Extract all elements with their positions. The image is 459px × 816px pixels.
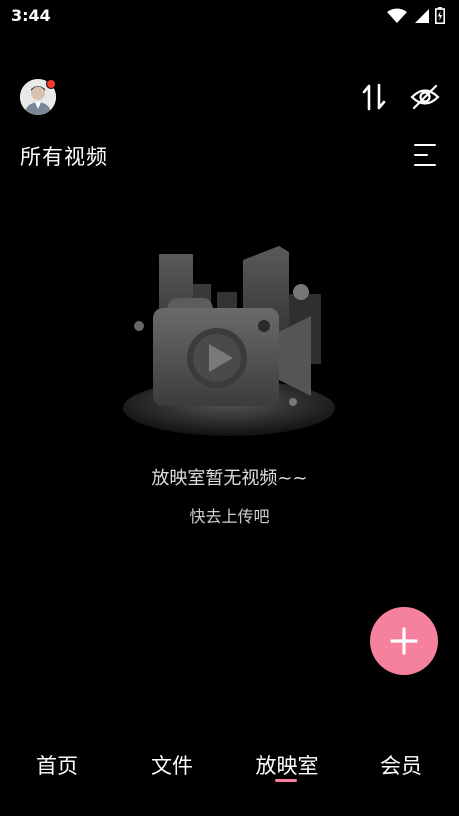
page-title: 所有视频 bbox=[20, 145, 108, 169]
menu-icon-line bbox=[414, 163, 436, 166]
menu-icon-line bbox=[414, 144, 436, 147]
signal-icon bbox=[415, 8, 429, 23]
empty-state-subtitle: 快去上传吧 bbox=[189, 507, 270, 526]
hide-button[interactable] bbox=[410, 82, 440, 112]
wifi-icon bbox=[387, 8, 407, 23]
add-button[interactable] bbox=[370, 607, 438, 675]
empty-camera-illustration bbox=[123, 246, 335, 436]
empty-state-title: 放映室暂无视频~~ bbox=[151, 468, 308, 489]
tab-screening-room[interactable]: 放映室 bbox=[242, 750, 332, 780]
tab-home[interactable]: 首页 bbox=[12, 750, 102, 780]
active-tab-indicator bbox=[275, 779, 297, 782]
tab-files[interactable]: 文件 bbox=[127, 750, 217, 780]
status-time: 3:44 bbox=[11, 6, 51, 25]
menu-icon-line bbox=[414, 153, 428, 157]
eye-off-icon bbox=[410, 84, 440, 110]
sort-button[interactable] bbox=[359, 82, 389, 112]
status-icons bbox=[387, 7, 445, 24]
notification-dot bbox=[46, 79, 56, 89]
tab-membership[interactable]: 会员 bbox=[356, 750, 446, 780]
menu-button[interactable] bbox=[414, 142, 438, 168]
plus-icon bbox=[390, 627, 418, 655]
battery-icon bbox=[435, 7, 445, 24]
avatar-button[interactable] bbox=[20, 79, 56, 115]
status-bar: 3:44 bbox=[0, 0, 459, 32]
bottom-nav: 首页 文件 放映室 会员 bbox=[0, 740, 459, 800]
sort-icon bbox=[362, 83, 386, 111]
